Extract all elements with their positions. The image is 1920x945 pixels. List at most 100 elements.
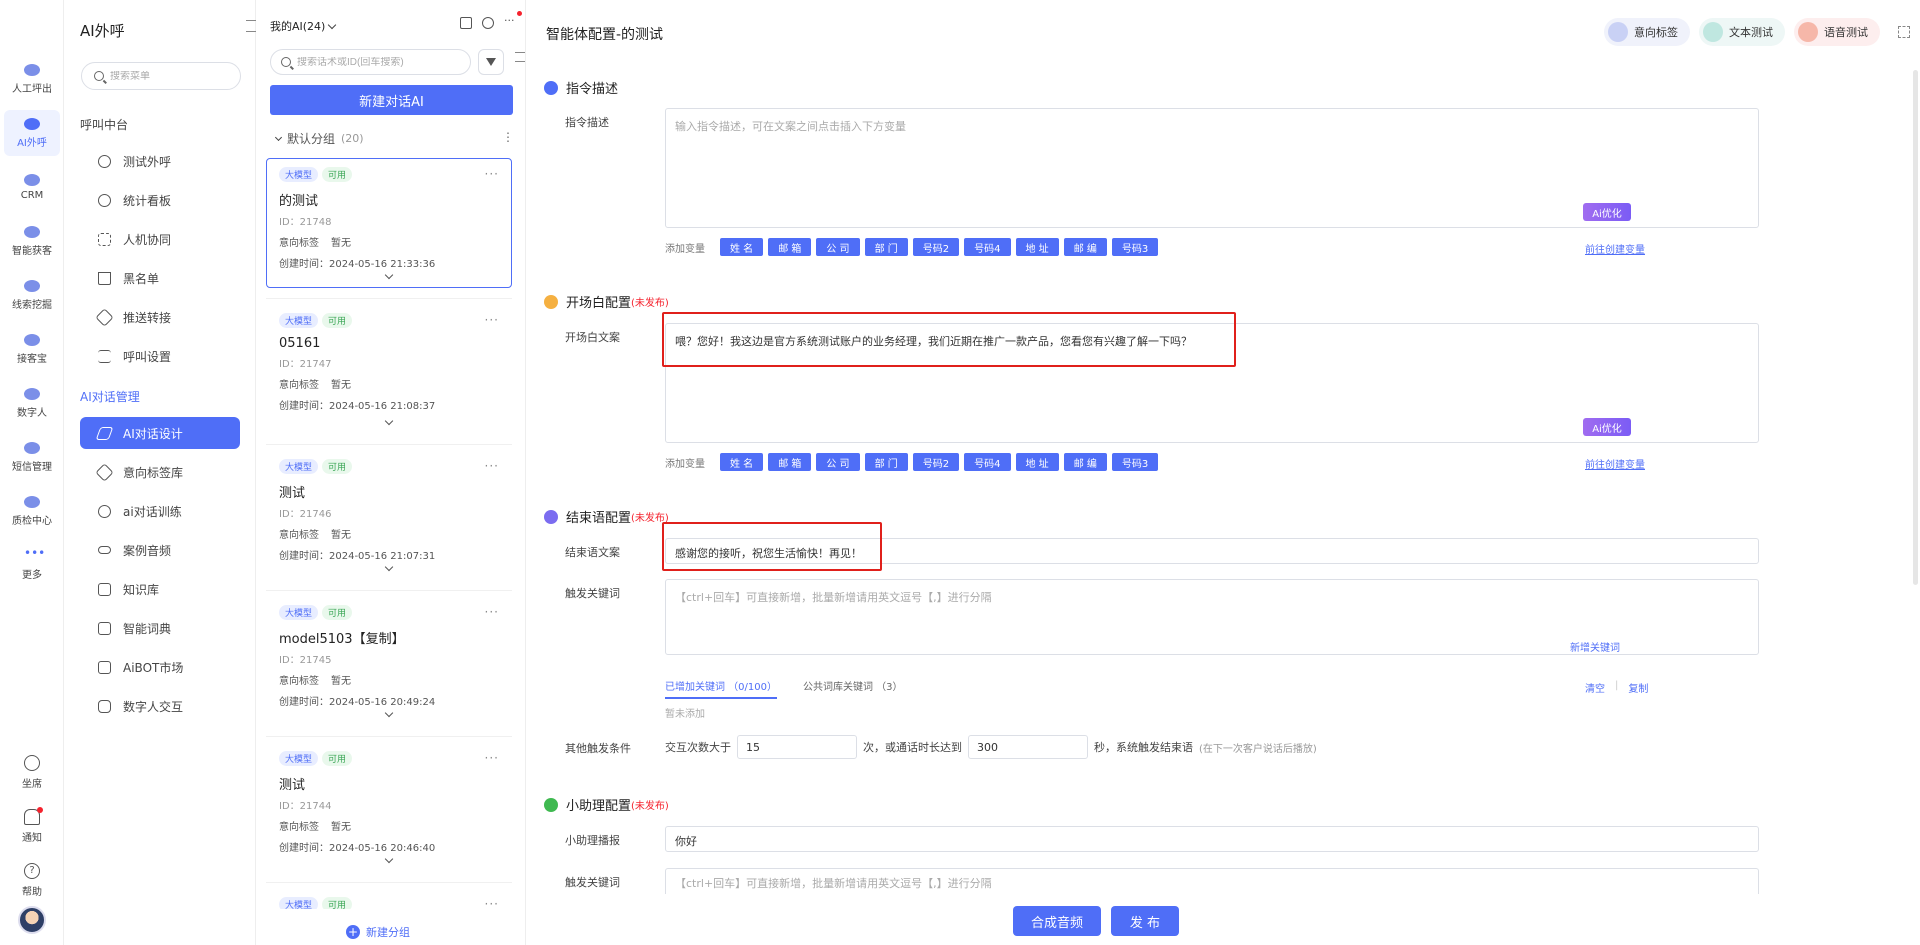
card-intent: 意向标签 暂无 <box>279 530 351 541</box>
create-variable-link[interactable]: 前往创建变量 <box>1585 241 1645 256</box>
nav-item-collab[interactable]: 人机协同 <box>80 223 240 255</box>
ai-card[interactable]: 大模型 可用 ··· 的测试 ID：21748 意向标签 暂无 创建时间：2024-… <box>266 158 512 288</box>
nav-item-stats[interactable]: 统计看板 <box>80 184 240 216</box>
rail-item-crm[interactable]: CRM <box>4 164 60 210</box>
create-variable-link[interactable]: 前往创建变量 <box>1585 456 1645 471</box>
nav-item-blacklist[interactable]: 黑名单 <box>80 262 240 294</box>
card-more-icon[interactable]: ··· <box>485 897 499 909</box>
var-name[interactable]: 姓 名 <box>720 238 764 256</box>
card-more-icon[interactable]: ··· <box>485 167 499 181</box>
var-phone2[interactable]: 号码2 <box>912 238 960 256</box>
tab-public-keywords[interactable]: 公共词库关键词 （3） <box>803 678 903 699</box>
tab-added-keywords[interactable]: 已增加关键词 （0/100） <box>665 678 777 699</box>
ai-search-input[interactable] <box>297 56 467 68</box>
rail-item-smart-acquire[interactable]: 智能获客 <box>4 218 60 264</box>
var-company[interactable]: 公 司 <box>816 453 860 471</box>
nav-item-digital-interact[interactable]: 数字人交互 <box>80 690 240 722</box>
intent-tag-button[interactable]: 意向标签 <box>1604 18 1690 46</box>
ai-card[interactable]: 大模型 可用 ··· <box>266 888 512 910</box>
voice-test-button[interactable]: 语音测试 <box>1794 18 1880 46</box>
var-address[interactable]: 地 址 <box>1015 238 1059 256</box>
card-more-icon[interactable]: ··· <box>485 459 499 473</box>
menu-search-input[interactable] <box>110 70 230 82</box>
ai-search[interactable] <box>270 49 471 75</box>
rail-item-digital-human[interactable]: 数字人 <box>4 380 60 426</box>
rail-item-lead-mining[interactable]: 线索挖掘 <box>4 272 60 318</box>
nav-item-case-audio[interactable]: 案例音频 <box>80 534 240 566</box>
nav-item-call-settings[interactable]: 呼叫设置 <box>80 340 240 372</box>
card-more-icon[interactable]: ··· <box>485 751 499 765</box>
ai-card[interactable]: 大模型 可用 ··· model5103【复制】 ID：21745 意向标签 暂无 … <box>266 596 512 726</box>
var-zip[interactable]: 邮 编 <box>1063 238 1107 256</box>
nav-item-knowledge[interactable]: 知识库 <box>80 573 240 605</box>
nav-item-ai-training[interactable]: ai对话训练 <box>80 495 240 527</box>
call-duration-input[interactable] <box>968 735 1088 759</box>
copy-link[interactable]: 复制 <box>1628 680 1648 695</box>
fullscreen-icon[interactable] <box>1898 26 1910 38</box>
rail-item-sms[interactable]: 短信管理 <box>4 434 60 480</box>
var-phone4[interactable]: 号码4 <box>964 238 1011 256</box>
chevron-down-icon[interactable] <box>384 270 394 280</box>
avatar[interactable] <box>18 906 46 934</box>
add-keyword-link[interactable]: 新增关键词 <box>1570 639 1620 654</box>
ai-card[interactable]: 大模型 可用 ··· 测试 ID：21744 意向标签 暂无 创建时间：2024-0… <box>266 742 512 872</box>
interaction-count-input[interactable] <box>737 735 857 759</box>
target-icon <box>24 225 40 238</box>
var-email[interactable]: 邮 箱 <box>768 238 812 256</box>
rail-item-quality[interactable]: 质检中心 <box>4 488 60 534</box>
ai-card[interactable]: 大模型 可用 ··· 05161 ID：21747 意向标签 暂无 创建时间：202… <box>266 304 512 434</box>
var-phone3[interactable]: 号码3 <box>1111 453 1159 471</box>
rail-seat[interactable]: 坐席 <box>4 748 60 796</box>
new-dialog-ai-button[interactable]: 新建对话AI <box>270 85 513 115</box>
nav-item-aibot-market[interactable]: AiBOT市场 <box>80 651 240 683</box>
assistant-keyword-input[interactable]: 【ctrl+回车】可直接新增，批量新增请用英文逗号【,】进行分隔 <box>665 868 1759 894</box>
nav-item-transfer[interactable]: 推送转接 <box>80 301 240 333</box>
var-department[interactable]: 部 门 <box>864 238 908 256</box>
gear-icon[interactable] <box>482 17 494 29</box>
rail-item-reception[interactable]: 接客宝 <box>4 326 60 372</box>
ai-card[interactable]: 大模型 可用 ··· 测试 ID：21746 意向标签 暂无 创建时间：2024-0… <box>266 450 512 580</box>
text-test-button[interactable]: 文本测试 <box>1699 18 1785 46</box>
chevron-down-icon[interactable] <box>384 708 394 718</box>
synthesize-audio-button[interactable]: 合成音频 <box>1013 906 1101 936</box>
var-company[interactable]: 公 司 <box>816 238 860 256</box>
var-zip[interactable]: 邮 编 <box>1063 453 1107 471</box>
rail-item-ai-call[interactable]: AI外呼 <box>4 110 60 156</box>
rail-item-manual-call[interactable]: 人工坪出 <box>4 56 60 102</box>
menu-search[interactable] <box>81 62 241 90</box>
more-icon[interactable]: ··· <box>504 11 522 29</box>
publish-button[interactable]: 发 布 <box>1111 906 1179 936</box>
var-phone3[interactable]: 号码3 <box>1111 238 1159 256</box>
ai-optimize-button[interactable]: Ai优化 <box>1583 203 1631 221</box>
nav-item-intent-tags[interactable]: 意向标签库 <box>80 456 240 488</box>
nav-item-dictionary[interactable]: 智能词典 <box>80 612 240 644</box>
new-group-button[interactable]: + 新建分组 <box>346 924 410 940</box>
ai-optimize-button[interactable]: Ai优化 <box>1583 418 1631 436</box>
group-more-icon[interactable]: ⋮ <box>502 130 514 144</box>
var-department[interactable]: 部 门 <box>864 453 908 471</box>
divider <box>266 590 512 591</box>
chevron-down-icon[interactable] <box>384 416 394 426</box>
var-name[interactable]: 姓 名 <box>720 453 764 471</box>
rail-item-more[interactable]: ••• 更多 <box>4 542 60 588</box>
clear-link[interactable]: 清空 <box>1585 680 1605 695</box>
assistant-textarea[interactable]: 你好 <box>665 826 1759 852</box>
chevron-down-icon[interactable] <box>384 562 394 572</box>
rail-help[interactable]: ? 帮助 <box>4 856 60 904</box>
chevron-down-icon[interactable] <box>384 854 394 864</box>
nav-item-ai-dialog-design[interactable]: AI对话设计 <box>80 417 240 449</box>
rail-notifications[interactable]: 通知 <box>4 802 60 850</box>
card-more-icon[interactable]: ··· <box>485 313 499 327</box>
my-ai-dropdown[interactable]: 我的AI(24) <box>270 18 337 34</box>
nav-item-test-call[interactable]: 测试外呼 <box>80 145 240 177</box>
group-default[interactable]: 默认分组 (20) <box>274 130 364 147</box>
var-email[interactable]: 邮 箱 <box>768 453 812 471</box>
filter-button[interactable] <box>478 49 504 75</box>
scrollbar[interactable] <box>1913 70 1918 585</box>
var-phone2[interactable]: 号码2 <box>912 453 960 471</box>
var-phone4[interactable]: 号码4 <box>964 453 1011 471</box>
sort-icon[interactable] <box>460 17 472 29</box>
var-address[interactable]: 地 址 <box>1015 453 1059 471</box>
menu-lines-icon[interactable] <box>515 52 525 62</box>
card-more-icon[interactable]: ··· <box>485 605 499 619</box>
